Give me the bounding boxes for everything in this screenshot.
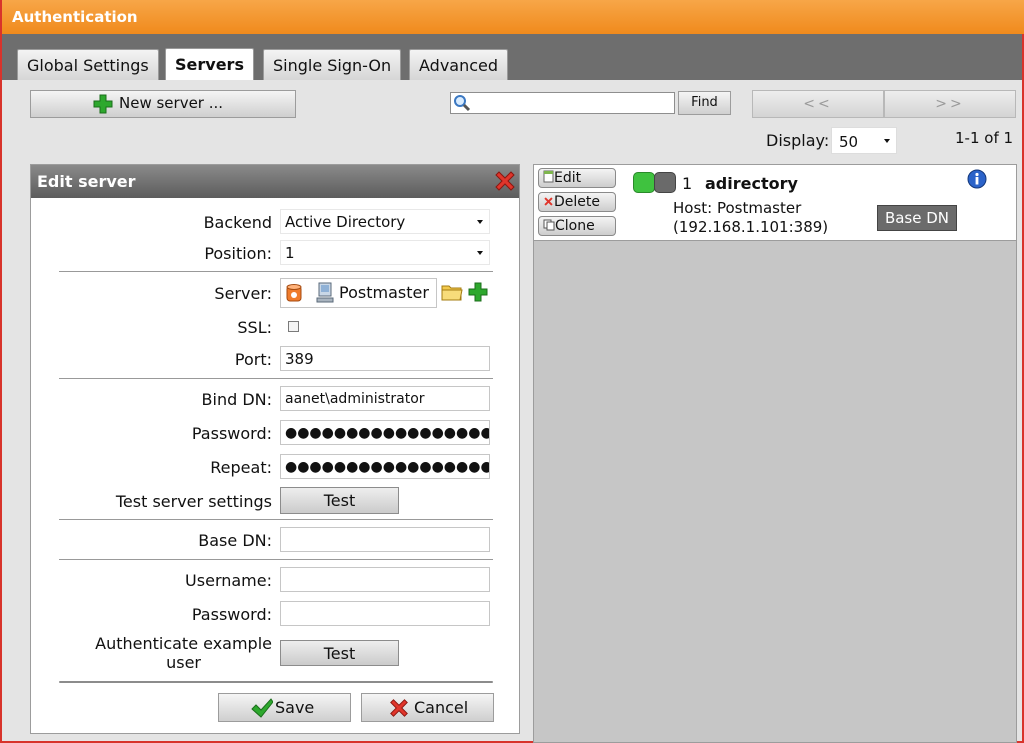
display-count-value: 50 bbox=[839, 133, 859, 151]
divider bbox=[59, 681, 493, 683]
close-icon bbox=[390, 699, 408, 717]
prev-page-button[interactable]: << bbox=[752, 90, 884, 118]
clone-server-label: Clone bbox=[555, 218, 595, 234]
status-on-indicator bbox=[633, 172, 655, 193]
bind-dn-label: Bind DN: bbox=[201, 390, 272, 409]
close-icon bbox=[544, 197, 553, 206]
chevron-down-icon bbox=[884, 139, 890, 143]
username-label: Username: bbox=[185, 571, 272, 590]
save-button[interactable]: Save bbox=[218, 693, 351, 722]
copy-icon bbox=[543, 219, 555, 231]
divider bbox=[59, 378, 493, 379]
position-value: 1 bbox=[285, 244, 295, 262]
close-icon[interactable] bbox=[493, 169, 517, 193]
cancel-button[interactable]: Cancel bbox=[361, 693, 494, 722]
base-dn-input[interactable] bbox=[280, 527, 490, 552]
folder-icon[interactable] bbox=[441, 283, 463, 301]
database-icon bbox=[286, 284, 302, 302]
test-settings-label: Test server settings bbox=[115, 492, 272, 511]
server-field[interactable]: Postmaster bbox=[280, 278, 437, 308]
delete-server-button[interactable]: Delete bbox=[538, 192, 616, 212]
display-count-select[interactable]: 50 bbox=[831, 127, 897, 154]
tab-strip: Global Settings Servers Single Sign-On A… bbox=[2, 34, 1022, 80]
server-host: Host: Postmaster bbox=[673, 199, 802, 217]
display-label: Display: bbox=[766, 131, 830, 150]
search-field[interactable] bbox=[450, 92, 675, 114]
server-list: Edit Delete Clone 1 adirectory Host: Pos… bbox=[533, 164, 1017, 743]
chevron-down-icon bbox=[477, 220, 483, 224]
auth-example-label-line1: Authenticate example bbox=[95, 634, 272, 653]
tab-advanced[interactable]: Advanced bbox=[409, 49, 509, 80]
position-select[interactable]: 1 bbox=[280, 240, 490, 265]
test-server-button[interactable]: Test bbox=[280, 487, 399, 514]
edit-server-button[interactable]: Edit bbox=[538, 168, 616, 188]
divider bbox=[59, 271, 493, 272]
ssl-label: SSL: bbox=[237, 318, 272, 337]
tab-global-settings[interactable]: Global Settings bbox=[17, 49, 159, 80]
example-password-input[interactable] bbox=[280, 601, 490, 626]
base-dn-label: Base DN: bbox=[198, 531, 272, 550]
panel-title: Edit server bbox=[31, 165, 519, 198]
result-range: 1-1 of 1 bbox=[955, 129, 1014, 147]
auth-example-label: Authenticate example user bbox=[95, 634, 272, 672]
info-icon[interactable] bbox=[967, 169, 987, 189]
bind-dn-input[interactable]: aanet\administrator bbox=[280, 386, 490, 411]
new-server-button[interactable]: New server ... bbox=[30, 90, 296, 118]
new-server-label: New server ... bbox=[119, 94, 224, 112]
auth-test-button[interactable]: Test bbox=[280, 640, 399, 666]
tab-servers[interactable]: Servers bbox=[165, 48, 254, 80]
position-label: Position: bbox=[204, 244, 272, 263]
divider bbox=[59, 559, 493, 560]
auth-example-label-line2: user bbox=[166, 653, 202, 672]
edit-server-label: Edit bbox=[554, 170, 582, 186]
next-page-button[interactable]: >> bbox=[884, 90, 1016, 118]
server-label: Server: bbox=[214, 284, 272, 303]
add-server-icon[interactable] bbox=[468, 282, 488, 302]
ssl-checkbox[interactable] bbox=[288, 321, 299, 332]
server-value: Postmaster bbox=[339, 283, 429, 302]
status-toggle[interactable] bbox=[633, 172, 676, 193]
clone-server-button[interactable]: Clone bbox=[538, 216, 616, 236]
search-input[interactable] bbox=[473, 95, 671, 111]
port-input[interactable]: 389 bbox=[280, 346, 490, 371]
edit-icon bbox=[543, 170, 554, 183]
cancel-label: Cancel bbox=[414, 698, 469, 717]
backend-select[interactable]: Active Directory bbox=[280, 209, 490, 234]
status-off-indicator bbox=[654, 172, 676, 193]
password-label: Password: bbox=[191, 424, 272, 443]
search-icon bbox=[454, 95, 471, 112]
backend-value: Active Directory bbox=[285, 213, 406, 231]
tab-single-sign-on[interactable]: Single Sign-On bbox=[263, 49, 402, 80]
repeat-label: Repeat: bbox=[210, 458, 272, 477]
app-window: Authentication Global Settings Servers S… bbox=[0, 0, 1024, 743]
find-button[interactable]: Find bbox=[678, 91, 731, 115]
server-address: (192.168.1.101:389) bbox=[673, 218, 829, 236]
server-name: adirectory bbox=[705, 174, 798, 193]
server-index: 1 bbox=[682, 174, 693, 193]
edit-server-panel: Edit server Backend Active Directory Pos… bbox=[30, 164, 520, 734]
window-title: Authentication bbox=[2, 0, 1024, 34]
username-input[interactable] bbox=[280, 567, 490, 592]
checkmark-icon bbox=[251, 698, 273, 718]
save-label: Save bbox=[275, 698, 315, 717]
backend-label: Backend bbox=[203, 213, 272, 232]
panel-title-text: Edit server bbox=[37, 172, 136, 191]
divider bbox=[59, 519, 493, 520]
list-item: Edit Delete Clone 1 adirectory Host: Pos… bbox=[534, 165, 1016, 241]
delete-server-label: Delete bbox=[554, 194, 600, 210]
computer-icon bbox=[316, 282, 334, 303]
base-dn-button[interactable]: Base DN bbox=[877, 205, 957, 231]
chevron-down-icon bbox=[477, 251, 483, 255]
port-label: Port: bbox=[234, 350, 272, 369]
plus-icon bbox=[93, 94, 113, 114]
password-input[interactable]: ●●●●●●●●●●●●●●●●●●● bbox=[280, 420, 490, 445]
example-password-label: Password: bbox=[191, 605, 272, 624]
repeat-password-input[interactable]: ●●●●●●●●●●●●●●●●●●● bbox=[280, 454, 490, 479]
